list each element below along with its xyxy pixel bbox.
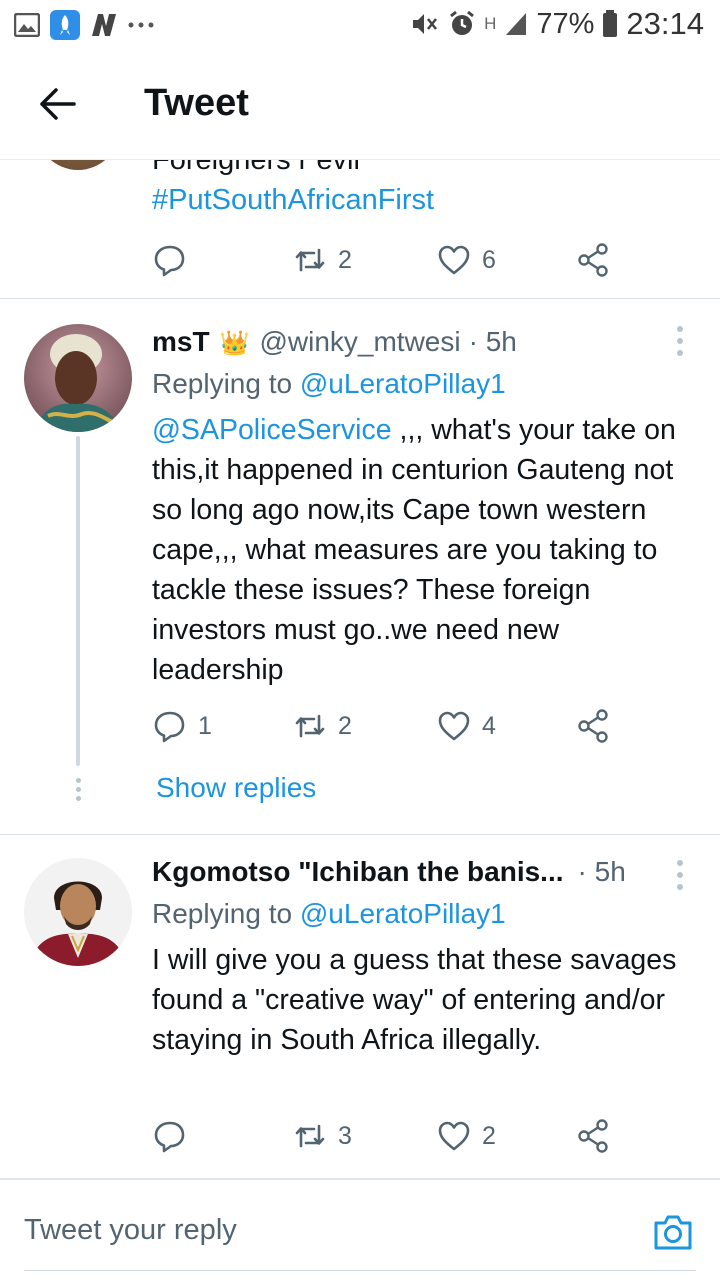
more-icon	[677, 326, 683, 332]
network-type: H	[484, 14, 497, 33]
replying-to-mention[interactable]: @uLeratoPillay1	[300, 368, 506, 399]
avatar[interactable]	[24, 324, 132, 432]
tweet-actions: 1 2 4	[152, 706, 632, 746]
reply-icon	[154, 245, 185, 277]
avatar[interactable]	[24, 858, 132, 966]
retweet-count: 2	[338, 245, 352, 274]
alarm-icon	[450, 10, 475, 35]
show-replies-link[interactable]: Show replies	[156, 772, 316, 804]
tweet-header: Kgomotso "Ichiban the banis... · 5h	[152, 856, 626, 888]
avatar-image	[24, 858, 132, 966]
like-button[interactable]: 2	[436, 1116, 496, 1156]
reply-icon	[154, 711, 185, 743]
display-name[interactable]: msT	[152, 326, 210, 358]
tweet-time: · 5h	[577, 856, 626, 887]
back-arrow-icon[interactable]	[36, 86, 76, 122]
battery-icon	[603, 10, 618, 37]
battery-percent: 77%	[536, 7, 595, 40]
divider	[0, 298, 720, 299]
more-icon	[677, 860, 683, 866]
retweet-icon	[295, 248, 325, 272]
page-title: Tweet	[144, 82, 249, 124]
like-icon	[438, 245, 470, 275]
avatar-image	[24, 324, 132, 432]
retweet-icon	[295, 714, 325, 738]
more-notifications-icon	[128, 22, 154, 28]
news-app-icon	[92, 14, 116, 36]
crown-emoji: 👑	[219, 330, 250, 357]
tweet-body: ,,, what's your take on this,it happened…	[152, 414, 676, 686]
clock: 23:14	[626, 6, 704, 41]
share-icon	[578, 1119, 608, 1153]
system-icons: H 77% 23:14	[410, 6, 704, 42]
divider	[0, 834, 720, 835]
thread-line	[76, 436, 80, 766]
reply-button[interactable]	[152, 1116, 188, 1156]
more-options-button[interactable]	[670, 860, 690, 890]
tweet-actions: 3 2	[152, 1116, 632, 1156]
tweet-actions: 2 6	[152, 240, 632, 280]
like-count: 2	[482, 1121, 496, 1150]
replying-to: Replying to @uLeratoPillay1	[152, 898, 506, 929]
more-options-button[interactable]	[670, 326, 690, 356]
tweet-text: I will give you a guess that these savag…	[152, 944, 677, 1056]
retweet-count: 3	[338, 1121, 352, 1150]
signal-icon	[506, 13, 527, 35]
like-button[interactable]: 4	[436, 706, 496, 746]
replying-to: Replying to @uLeratoPillay1	[152, 368, 506, 399]
top-app-bar: Tweet	[0, 50, 720, 160]
share-button[interactable]	[576, 1116, 612, 1156]
tweet-text: @SAPoliceService ,,, what's your take on…	[152, 410, 682, 690]
reply-count: 1	[198, 711, 212, 740]
camera-icon[interactable]	[652, 1212, 694, 1252]
tweet-thread[interactable]: Foreigners r evil #PutSouthAfricanFirst …	[0, 160, 720, 1178]
hashtag-link[interactable]: #PutSouthAfricanFirst	[152, 184, 434, 217]
retweet-button[interactable]: 2	[292, 706, 352, 746]
retweet-button[interactable]: 3	[292, 1116, 352, 1156]
notification-icons	[14, 10, 154, 40]
share-button[interactable]	[576, 240, 612, 280]
thread-dots	[74, 778, 82, 801]
like-button[interactable]: 6	[436, 240, 496, 280]
mute-icon	[413, 14, 438, 34]
reply-composer[interactable]: Tweet your reply	[0, 1178, 720, 1280]
input-underline	[24, 1270, 696, 1271]
retweet-count: 2	[338, 711, 352, 740]
like-icon	[438, 711, 470, 741]
replying-to-mention[interactable]: @uLeratoPillay1	[300, 898, 506, 929]
like-count: 6	[482, 245, 496, 274]
tweet-header: msT 👑 @winky_mtwesi · 5h	[152, 326, 517, 358]
reply-icon	[154, 1121, 185, 1153]
user-handle[interactable]: @winky_mtwesi	[259, 326, 460, 358]
gallery-icon	[14, 13, 40, 37]
display-name[interactable]: Kgomotso "Ichiban the banis...	[152, 856, 564, 888]
share-icon	[578, 243, 608, 277]
share-icon	[578, 709, 608, 743]
share-button[interactable]	[576, 706, 612, 746]
reply-button[interactable]	[152, 240, 188, 280]
reply-button[interactable]: 1	[152, 706, 212, 746]
avatar[interactable]	[36, 160, 120, 170]
tweet-text-partial: Foreigners r evil	[152, 160, 360, 176]
status-bar: H 77% 23:14	[0, 0, 720, 50]
retweet-icon	[295, 1124, 325, 1148]
rocket-app-icon	[50, 10, 80, 40]
like-icon	[438, 1121, 470, 1151]
retweet-button[interactable]: 2	[292, 240, 352, 280]
like-count: 4	[482, 711, 496, 740]
mention-link[interactable]: @SAPoliceService	[152, 414, 392, 446]
tweet-time: · 5h	[468, 326, 517, 357]
reply-input[interactable]: Tweet your reply	[24, 1214, 237, 1247]
